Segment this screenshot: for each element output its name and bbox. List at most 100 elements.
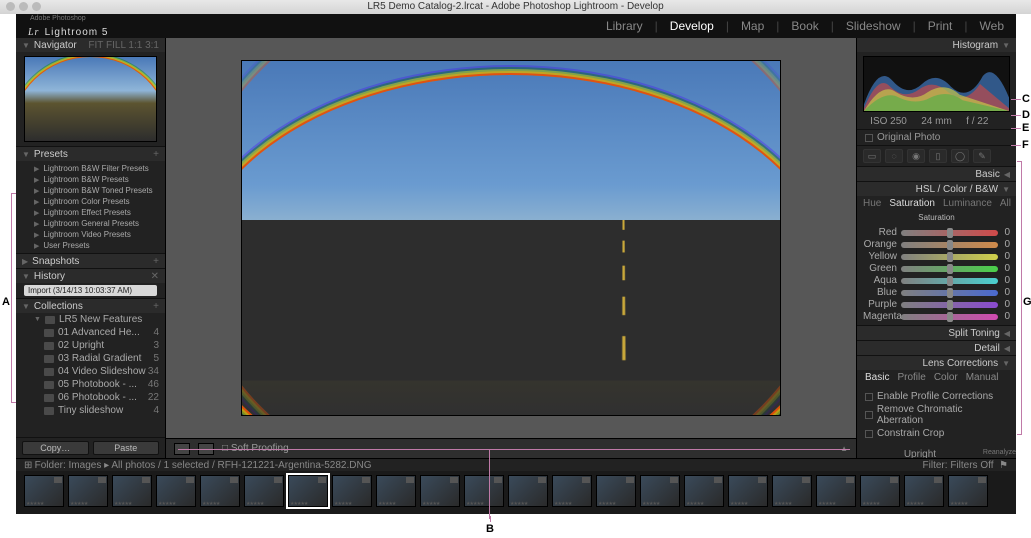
filmstrip-thumb[interactable] (772, 475, 812, 507)
module-slideshow[interactable]: Slideshow (846, 19, 901, 33)
grid-nav-icon[interactable]: ⊞ (24, 460, 32, 471)
filmstrip-thumb[interactable] (596, 475, 636, 507)
slider-orange[interactable]: Orange0 (863, 239, 1010, 250)
filters-off[interactable]: Filters Off (950, 460, 993, 471)
collections-header[interactable]: ▼Collections+ (16, 299, 165, 313)
filmstrip-path[interactable]: Folder: Images ▸ All photos / 1 selected… (35, 460, 372, 471)
collection-item[interactable]: 06 Photobook - ...22 (16, 391, 165, 404)
histogram-header[interactable]: Histogram▼ (857, 38, 1016, 52)
histogram[interactable] (863, 56, 1010, 112)
hsl-tab-saturation[interactable]: Saturation (889, 198, 935, 209)
preset-folder[interactable]: ▶User Presets (16, 240, 165, 251)
preset-folder[interactable]: ▶Lightroom Color Presets (16, 196, 165, 207)
presets-header[interactable]: ▼Presets+ (16, 147, 165, 161)
filmstrip-thumb[interactable] (684, 475, 724, 507)
navigator-header[interactable]: ▼NavigatorFIT FILL 1:1 3:1 (16, 38, 165, 52)
reanalyze-button[interactable]: Reanalyze (983, 449, 1016, 456)
slider-blue[interactable]: Blue0 (863, 287, 1010, 298)
checkbox-icon[interactable] (865, 134, 873, 142)
filmstrip-thumb[interactable] (508, 475, 548, 507)
filmstrip-thumb[interactable] (420, 475, 460, 507)
hsl-tab-all[interactable]: All (1000, 198, 1011, 209)
collection-item[interactable]: 04 Video Slideshow34 (16, 365, 165, 378)
collection-item[interactable]: Tiny slideshow4 (16, 404, 165, 417)
slider-purple[interactable]: Purple0 (863, 299, 1010, 310)
slider-red[interactable]: Red0 (863, 227, 1010, 238)
filmstrip-thumb[interactable] (24, 475, 64, 507)
filmstrip-thumb[interactable] (244, 475, 284, 507)
grad-filter-icon[interactable]: ▯ (929, 149, 947, 163)
filmstrip-thumb[interactable] (816, 475, 856, 507)
filmstrip-thumb[interactable] (948, 475, 988, 507)
collection-item[interactable]: 03 Radial Gradient5 (16, 352, 165, 365)
paste-button[interactable]: Paste (93, 441, 160, 455)
lens-tab-color[interactable]: Color (934, 372, 958, 383)
radial-filter-icon[interactable]: ◯ (951, 149, 969, 163)
filmstrip-thumb[interactable] (332, 475, 372, 507)
filmstrip-thumb[interactable] (156, 475, 196, 507)
filmstrip-thumb[interactable] (112, 475, 152, 507)
center-area: □ Soft Proofing ▲ (166, 38, 856, 458)
split-toning-header[interactable]: Split Toning◀ (857, 326, 1016, 340)
lens-check[interactable]: Remove Chromatic Aberration (865, 404, 1008, 426)
lens-tab-basic[interactable]: Basic (865, 372, 889, 383)
app-logo: Adobe Photoshop Lr Lightroom 5 (28, 14, 108, 39)
detail-header[interactable]: Detail◀ (857, 341, 1016, 355)
callout-a: A (2, 296, 10, 308)
filmstrip-thumb[interactable] (464, 475, 504, 507)
hsl-header[interactable]: HSL / Color / B&W▼ (857, 182, 1016, 196)
filmstrip-thumb[interactable] (860, 475, 900, 507)
filmstrip-thumb[interactable] (728, 475, 768, 507)
crop-tool-icon[interactable]: ▭ (863, 149, 881, 163)
brush-tool-icon[interactable]: ✎ (973, 149, 991, 163)
preset-folder[interactable]: ▶Lightroom Effect Presets (16, 207, 165, 218)
filmstrip-thumb[interactable] (552, 475, 592, 507)
history-panel: ▼History✕ Import (3/14/13 10:03:37 AM) (16, 269, 165, 299)
navigator-preview[interactable] (24, 56, 157, 142)
module-develop[interactable]: Develop (670, 19, 714, 33)
module-picker: Library|Develop|Map|Book|Slideshow|Print… (606, 19, 1004, 33)
collection-item[interactable]: 02 Upright3 (16, 339, 165, 352)
slider-yellow[interactable]: Yellow0 (863, 251, 1010, 262)
collection-item[interactable]: 01 Advanced He...4 (16, 326, 165, 339)
module-web[interactable]: Web (980, 19, 1004, 33)
snapshots-header[interactable]: ▶Snapshots+ (16, 254, 165, 268)
basic-header[interactable]: Basic◀ (857, 167, 1016, 181)
collection-item[interactable]: 05 Photobook - ...46 (16, 378, 165, 391)
preset-folder[interactable]: ▶Lightroom General Presets (16, 218, 165, 229)
filmstrip-thumb[interactable] (68, 475, 108, 507)
history-step[interactable]: Import (3/14/13 10:03:37 AM) (24, 285, 157, 296)
filmstrip-thumb[interactable] (376, 475, 416, 507)
copy-button[interactable]: Copy… (22, 441, 89, 455)
hsl-tab-luminance[interactable]: Luminance (943, 198, 992, 209)
lens-check[interactable]: Enable Profile Corrections (865, 391, 1008, 402)
lens-check[interactable]: Constrain Crop (865, 428, 1008, 439)
preset-folder[interactable]: ▶Lightroom B&W Toned Presets (16, 185, 165, 196)
slider-magenta[interactable]: Magenta0 (863, 311, 1010, 322)
slider-green[interactable]: Green0 (863, 263, 1010, 274)
collection-set[interactable]: ▼LR5 New Features (16, 313, 165, 326)
module-print[interactable]: Print (928, 19, 953, 33)
window-controls[interactable] (6, 2, 41, 11)
redeye-tool-icon[interactable]: ◉ (907, 149, 925, 163)
main-image[interactable] (241, 60, 781, 416)
lens-tab-manual[interactable]: Manual (966, 372, 999, 383)
original-photo-row[interactable]: Original Photo (857, 130, 1016, 146)
lens-tab-profile[interactable]: Profile (897, 372, 925, 383)
module-map[interactable]: Map (741, 19, 764, 33)
preset-folder[interactable]: ▶Lightroom B&W Filter Presets (16, 163, 165, 174)
preset-folder[interactable]: ▶Lightroom Video Presets (16, 229, 165, 240)
hsl-tab-hue[interactable]: Hue (863, 198, 881, 209)
hsl-section-label: Saturation (857, 211, 1016, 224)
filmstrip-thumb[interactable] (640, 475, 680, 507)
spot-tool-icon[interactable]: ◌ (885, 149, 903, 163)
filmstrip-thumb[interactable] (200, 475, 240, 507)
history-header[interactable]: ▼History✕ (16, 269, 165, 283)
slider-aqua[interactable]: Aqua0 (863, 275, 1010, 286)
preset-folder[interactable]: ▶Lightroom B&W Presets (16, 174, 165, 185)
filmstrip-thumb[interactable] (904, 475, 944, 507)
filmstrip-thumb[interactable] (288, 475, 328, 507)
module-library[interactable]: Library (606, 19, 643, 33)
lens-header[interactable]: Lens Corrections▼ (857, 356, 1016, 370)
module-book[interactable]: Book (791, 19, 818, 33)
